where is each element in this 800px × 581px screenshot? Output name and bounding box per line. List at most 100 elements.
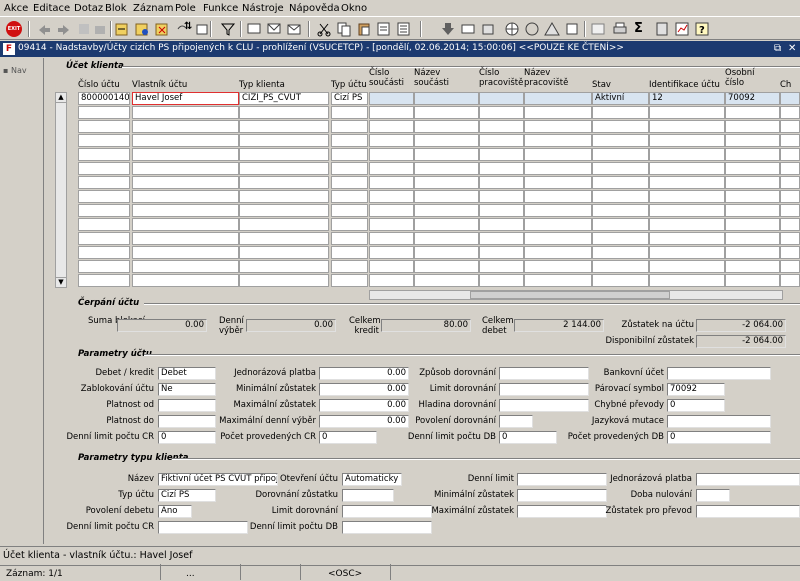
grid-cell-empty[interactable] [780,260,800,273]
menu-akce[interactable]: Akce [4,3,28,14]
settings-icon[interactable] [504,21,520,37]
grid-cell[interactable]: 70092 [725,92,780,105]
grid-cell-empty[interactable] [524,246,592,259]
grid-cell-empty[interactable] [78,190,130,203]
grid-cell-empty[interactable] [239,162,329,175]
mail-icon[interactable] [286,21,302,37]
scroll-thumb[interactable] [470,291,670,299]
grid-cell-empty[interactable] [780,120,800,133]
grid-cell-empty[interactable] [649,260,725,273]
grid-cell-empty[interactable] [369,162,414,175]
calculator-icon[interactable] [654,21,670,37]
grid-cell-empty[interactable] [649,134,725,147]
field-otevreni[interactable]: Automaticky [342,473,402,486]
grid-cell-empty[interactable] [78,162,130,175]
grid-cell-empty[interactable] [78,204,130,217]
close-icon[interactable]: ✕ [788,43,796,54]
grid-cell-empty[interactable] [479,274,524,287]
field-pocet-db[interactable]: 0 [667,431,771,444]
grid-cell-empty[interactable] [132,218,239,231]
delete-record-icon[interactable] [460,21,476,37]
list-icon[interactable] [396,21,412,37]
grid-cell-empty[interactable] [78,246,130,259]
grid-cell-empty[interactable] [524,134,592,147]
grid-cell-empty[interactable] [414,148,479,161]
grid-cell-empty[interactable] [78,274,130,287]
grid-cell-empty[interactable] [369,218,414,231]
field-povoleni-dorovnani[interactable] [499,415,533,428]
grid-cell-empty[interactable] [592,232,649,245]
grid-cell-empty[interactable] [78,148,130,161]
edit-icon[interactable] [376,21,392,37]
grid-cell-empty[interactable] [132,106,239,119]
grid-cell[interactable]: Aktivní [592,92,649,105]
exit-icon[interactable]: EXIT [6,21,22,37]
grid-cell-empty[interactable] [479,204,524,217]
grid-cell-empty[interactable] [649,162,725,175]
grid-cell-empty[interactable] [414,162,479,175]
grid-cell-empty[interactable] [592,176,649,189]
grid-cell-empty[interactable] [479,218,524,231]
grid-cell-empty[interactable] [132,190,239,203]
scroll-down-icon[interactable]: ▼ [56,277,66,287]
grid-cell[interactable] [369,92,414,105]
first-record-icon[interactable] [246,21,262,37]
grid-cell-empty[interactable] [649,148,725,161]
grid-cell-empty[interactable] [649,176,725,189]
field-celkem-kredit[interactable]: 80.00 [381,319,471,332]
field-platnost-od[interactable] [158,399,216,412]
grid-cell-empty[interactable] [725,246,780,259]
grid-cell-empty[interactable] [132,176,239,189]
grid-cell-empty[interactable] [132,162,239,175]
grid-cell-empty[interactable] [649,246,725,259]
back-icon[interactable] [36,21,52,37]
grid-cell-empty[interactable] [780,190,800,203]
grid-cell-empty[interactable] [649,218,725,231]
help-icon[interactable]: ? [694,21,710,37]
grid-cell-empty[interactable] [132,134,239,147]
field-platnost-do[interactable] [158,415,216,428]
grid-cell-empty[interactable] [369,190,414,203]
grid-cell-empty[interactable] [239,246,329,259]
grid-cell-empty[interactable] [239,274,329,287]
grid-cell-empty[interactable] [78,106,130,119]
grid-cell-empty[interactable] [239,134,329,147]
grid-cell-empty[interactable] [524,232,592,245]
cancel-query-icon[interactable] [154,21,170,37]
field-denni-vyber[interactable]: 0.00 [246,319,336,332]
grid-cell-empty[interactable] [725,190,780,203]
field-typ-denni-limit-db[interactable] [342,521,432,534]
grid-cell-empty[interactable] [780,134,800,147]
grid-cell-empty[interactable] [369,204,414,217]
grid-cell-empty[interactable] [331,106,368,119]
grid-cell-empty[interactable] [780,148,800,161]
report-icon[interactable] [674,21,690,37]
grid-cell-empty[interactable] [524,148,592,161]
grid-cell-empty[interactable] [132,148,239,161]
grid-cell-empty[interactable] [331,246,368,259]
field-chybne-prevody[interactable]: 0 [667,399,725,412]
attach-icon[interactable] [564,21,580,37]
menu-napoveda[interactable]: Nápověda [289,3,340,14]
grid-cell-empty[interactable] [331,232,368,245]
grid-cell-empty[interactable] [239,106,329,119]
grid-cell-empty[interactable] [725,176,780,189]
grid-cell-empty[interactable] [780,176,800,189]
menu-pole[interactable]: Pole [175,3,196,14]
grid-cell-empty[interactable] [780,162,800,175]
grid-cell-empty[interactable] [649,190,725,203]
grid-cell-empty[interactable] [592,274,649,287]
grid-cell-empty[interactable] [239,218,329,231]
grid-vertical-scrollbar[interactable]: ▲ ▼ [55,92,67,288]
grid-cell-empty[interactable] [524,162,592,175]
grid-cell-empty[interactable] [78,120,130,133]
grid-cell-empty[interactable] [725,274,780,287]
grid-cell-empty[interactable] [780,232,800,245]
filter-icon[interactable] [220,21,236,37]
copy-icon[interactable] [336,21,352,37]
grid-cell-empty[interactable] [78,176,130,189]
grid-cell-empty[interactable] [725,162,780,175]
field-dorovnani-zustatku[interactable] [342,489,394,502]
grid-cell-empty[interactable] [369,120,414,133]
grid-cell-empty[interactable] [414,260,479,273]
